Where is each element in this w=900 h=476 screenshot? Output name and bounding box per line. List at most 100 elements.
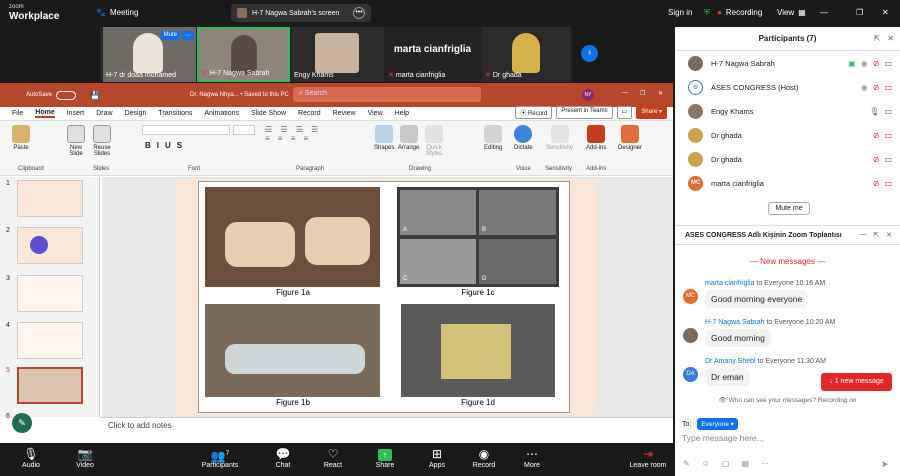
participant-row[interactable]: Dr ghada ⊘ ▭	[675, 123, 900, 147]
tab-slide-show[interactable]: Slide Show	[251, 110, 286, 117]
present-teams-button[interactable]: Present in Teams	[556, 106, 613, 119]
screenshot-icon[interactable]: ▢	[722, 459, 730, 468]
chat-hint[interactable]: 👁 Who can see your messages? Recording o…	[675, 396, 900, 404]
tab-help[interactable]: Help	[395, 110, 409, 117]
recipient: to Everyone	[757, 358, 795, 365]
dictate-label: Dictate	[514, 145, 533, 151]
react-button[interactable]: ♡ React	[311, 446, 355, 469]
more-icon[interactable]: ⋯	[761, 459, 769, 468]
more-options-icon[interactable]: •••	[353, 7, 365, 19]
view-menu[interactable]: View ▦	[777, 8, 806, 17]
current-slide[interactable]: A B C D Figure 1a Figure 1c Figure 1b Fi…	[176, 179, 598, 415]
paste-button[interactable]: Paste	[12, 125, 30, 151]
file-icon[interactable]: ▤	[741, 459, 749, 468]
tab-review[interactable]: Review	[333, 110, 356, 117]
participant-row[interactable]: MC marta cianfriglia ⊘ ▭	[675, 171, 900, 195]
slide-thumb[interactable]	[17, 322, 83, 359]
mute-button[interactable]: Mute	[160, 31, 180, 40]
mute-me-button[interactable]: Mute me	[768, 202, 810, 215]
designer-button[interactable]: Designer	[618, 125, 642, 151]
video-tile[interactable]: marta cianfriglia ✕ marta cianfriglia	[385, 27, 480, 82]
recording-indicator[interactable]: ● Recording	[717, 8, 762, 17]
arrange-button[interactable]: Arrange	[398, 125, 419, 151]
tab-animations[interactable]: Animations	[204, 110, 239, 117]
video-tile[interactable]: Mute ⋯ H-7 dr doaa mohamed	[103, 27, 196, 82]
participant-row[interactable]: Dr ghada ⊘ ▭	[675, 147, 900, 171]
slide-thumb[interactable]	[17, 275, 83, 312]
slide-thumb-selected[interactable]	[17, 367, 83, 404]
tab-view[interactable]: View	[368, 110, 383, 117]
popout-icon[interactable]: ⇱	[873, 231, 879, 239]
tab-draw[interactable]: Draw	[96, 110, 112, 117]
close-icon[interactable]: ✕	[887, 27, 894, 51]
more-icon[interactable]: ⋯	[182, 31, 194, 40]
sensitivity-button[interactable]: Sensitivity	[546, 125, 573, 151]
participant-row[interactable]: H-7 Nagwa Sabrah ▣ ◉ ⊘ ▭	[675, 51, 900, 75]
close-icon[interactable]: ✕	[658, 90, 663, 97]
font-size-box[interactable]	[233, 125, 255, 135]
share-button[interactable]: Share ▾	[636, 106, 667, 119]
tab-home[interactable]: Home	[35, 109, 55, 118]
send-icon[interactable]: ➤	[881, 459, 889, 470]
video-tile[interactable]: ✕ Dr ghada	[482, 27, 570, 82]
notes-area[interactable]: Click to add notes	[100, 417, 673, 443]
quick-styles-button[interactable]: Quick Styles	[424, 125, 444, 157]
more-button[interactable]: ⋯ More	[510, 446, 554, 469]
font-name-box[interactable]	[142, 125, 230, 135]
minus-icon[interactable]: —	[859, 231, 866, 239]
record-label: Record	[528, 111, 548, 117]
leave-room-button[interactable]: ⇥ Leave room	[624, 446, 672, 469]
share-button[interactable]: ↑ Share	[363, 446, 407, 469]
dictate-button[interactable]: Dictate	[514, 125, 533, 151]
user-avatar[interactable]: NY	[582, 89, 594, 101]
tab-design[interactable]: Design	[125, 110, 147, 117]
minimize-icon[interactable]: —	[622, 90, 628, 96]
sign-in-link[interactable]: Sign in	[668, 8, 692, 17]
add-ins-button[interactable]: Add-ins	[586, 125, 606, 151]
comments-icon[interactable]: ▭	[616, 106, 633, 119]
restore-icon[interactable]: ❐	[640, 90, 645, 97]
meeting-menu[interactable]: 🐾 Meeting	[96, 8, 138, 17]
video-tile[interactable]: Engy Khams	[291, 27, 384, 82]
close-icon[interactable]: ✕	[882, 8, 889, 17]
participants-button[interactable]: 👥7 Participants	[196, 446, 244, 469]
apps-button[interactable]: ⊞ Apps	[415, 446, 459, 469]
audio-button[interactable]: 🎙 Audio	[9, 446, 53, 469]
editing-button[interactable]: Editing	[484, 125, 502, 151]
font-format-icons[interactable]: BIUS	[145, 141, 188, 150]
recipient-select[interactable]: Everyone ▾	[697, 418, 738, 430]
record-button[interactable]: ⦿ Record	[515, 106, 553, 119]
participant-row[interactable]: Engy Khams 🎙 ▭	[675, 99, 900, 123]
shapes-button[interactable]: Shapes	[374, 125, 394, 151]
record-button[interactable]: ◉ Record	[462, 446, 506, 469]
participant-row[interactable]: ⚙ ASES CONGRESS (Host) ◉ ⊘ ▭	[675, 75, 900, 99]
next-page-icon[interactable]: ›	[581, 45, 598, 62]
slide-thumb[interactable]	[17, 227, 83, 264]
emoji-icon[interactable]: ☺	[702, 459, 710, 468]
pen-icon[interactable]: ✎	[12, 413, 32, 433]
slide-thumbnails-pane[interactable]: 1 2 3 4 5 6	[0, 177, 100, 420]
shared-screen-pill[interactable]: H-7 Nagwa Sabrah's screen •••	[231, 4, 371, 22]
chat-button[interactable]: 💬 Chat	[261, 446, 305, 469]
save-icon[interactable]: 💾	[90, 91, 100, 100]
video-button[interactable]: 📷 Video	[63, 446, 107, 469]
paragraph-icons[interactable]: ☰ ☰ ☰ ☰ ≡ ≡ ≡ ≡	[265, 125, 355, 155]
close-icon[interactable]: ✕	[886, 231, 892, 239]
search-box[interactable]: ⌕ Search	[293, 87, 481, 102]
popout-icon[interactable]: ⇱	[874, 27, 881, 51]
new-slide-button[interactable]: New Slide	[66, 125, 86, 157]
restore-icon[interactable]: ❐	[856, 8, 863, 17]
minimize-icon[interactable]: —	[820, 8, 828, 17]
tab-transitions[interactable]: Transitions	[158, 110, 192, 117]
chat-input[interactable]: Type message here...	[682, 433, 764, 443]
reuse-slides-button[interactable]: Reuse Slides	[92, 125, 112, 157]
new-message-button[interactable]: ↓ 1 new message	[821, 373, 892, 391]
tab-file[interactable]: File	[12, 110, 23, 117]
slide-thumb[interactable]	[17, 180, 83, 217]
tab-insert[interactable]: Insert	[67, 110, 85, 117]
video-tile-active[interactable]: ✕ H-7 Nagwa Sabrah	[197, 27, 290, 82]
tab-record[interactable]: Record	[298, 110, 321, 117]
autosave-toggle[interactable]	[56, 90, 77, 100]
format-icon[interactable]: ✎	[683, 459, 690, 468]
ribbon-tabs: File Home Insert Draw Design Transitions Anima…	[0, 106, 673, 121]
